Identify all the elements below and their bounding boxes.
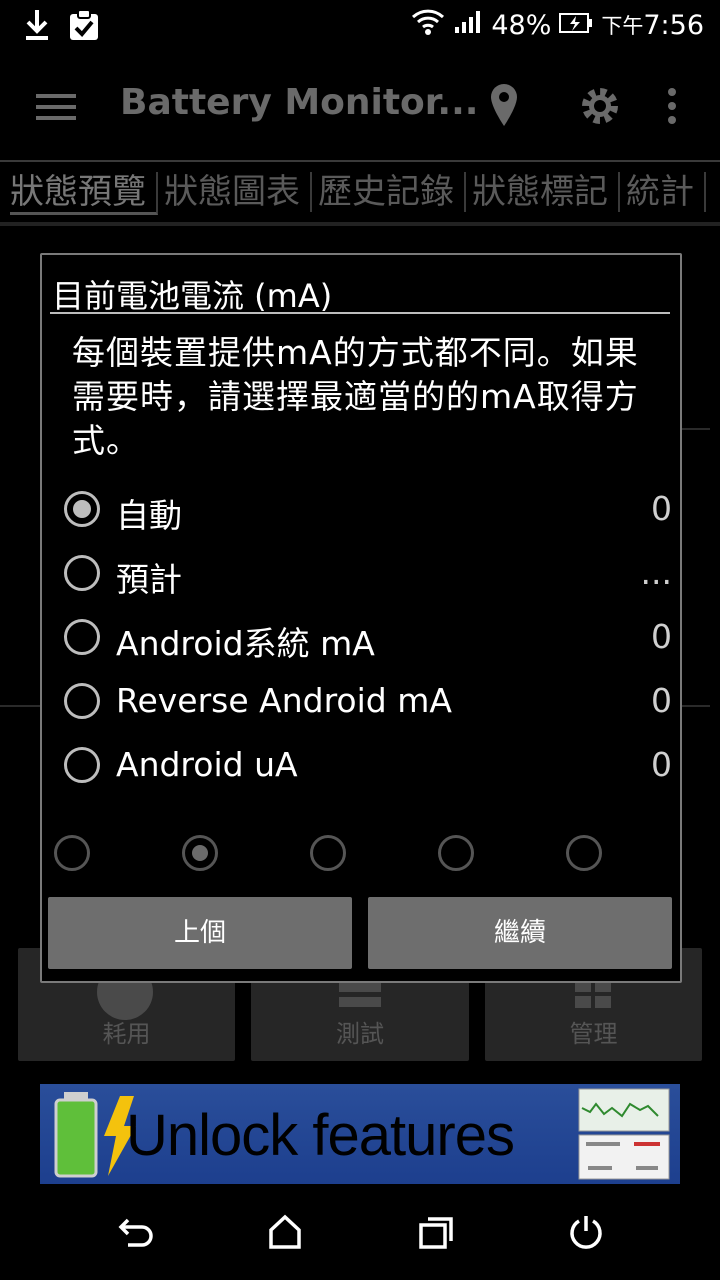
page-indicator-dot-active bbox=[182, 835, 218, 871]
page-indicator-dot bbox=[438, 835, 474, 871]
option-auto[interactable]: 自動 0 bbox=[62, 479, 672, 543]
manage-button-label: 管理 bbox=[569, 1020, 618, 1048]
system-nav-bar bbox=[0, 1190, 720, 1280]
power-icon[interactable] bbox=[568, 1214, 604, 1254]
tab-divider bbox=[0, 222, 720, 226]
previous-button[interactable]: 上個 bbox=[48, 897, 352, 969]
option-estimate[interactable]: 預計 ... bbox=[62, 543, 672, 607]
list-icon bbox=[339, 982, 381, 1012]
option-value: 0 bbox=[651, 745, 672, 784]
test-button-label: 測試 bbox=[336, 1020, 384, 1048]
wifi-icon bbox=[411, 7, 445, 44]
menu-icon[interactable] bbox=[36, 94, 76, 124]
continue-button[interactable]: 繼續 bbox=[368, 897, 672, 969]
option-label: 自動 bbox=[116, 496, 182, 535]
page-indicator-dot bbox=[54, 835, 90, 871]
dialog-title: 目前電池電流 (mA) bbox=[52, 277, 333, 315]
option-label: Android系統 mA bbox=[116, 624, 375, 663]
app-toolbar: Battery Monitor... bbox=[0, 52, 720, 158]
tab-stats[interactable]: 統計 bbox=[626, 172, 706, 212]
usage-button-label: 耗用 bbox=[102, 1020, 151, 1048]
tab-chart[interactable]: 狀態圖表 bbox=[164, 172, 312, 212]
dialog-message: 每個裝置提供mA的方式都不同。如果需要時，請選擇最適當的的mA取得方式。 bbox=[72, 333, 639, 460]
tab-history[interactable]: 歷史記錄 bbox=[318, 172, 466, 212]
dialog-title-divider bbox=[50, 312, 670, 314]
option-label: Reverse Android mA bbox=[116, 681, 452, 720]
ad-stats-thumbnail bbox=[578, 1134, 670, 1184]
page-indicator-dot bbox=[566, 835, 602, 871]
clock-time: 7:56 bbox=[643, 9, 704, 41]
home-icon[interactable] bbox=[268, 1214, 302, 1254]
option-android-ua[interactable]: Android uA 0 bbox=[62, 735, 672, 799]
ad-banner[interactable]: Unlock features bbox=[40, 1084, 680, 1184]
clock-ampm: 下午 bbox=[601, 14, 644, 38]
clipboard-check-icon bbox=[68, 8, 100, 46]
radio-button[interactable] bbox=[64, 619, 100, 655]
tab-bar: 狀態預覽 狀態圖表 歷史記錄 狀態標記 統計 bbox=[0, 160, 720, 224]
status-bar: 48% 下午 7:56 bbox=[0, 0, 720, 50]
app-title: Battery Monitor... bbox=[120, 82, 479, 123]
option-value: 0 bbox=[651, 489, 672, 528]
grid-icon bbox=[575, 980, 611, 1012]
ad-text: Unlock features bbox=[126, 1103, 515, 1168]
location-pin-icon[interactable] bbox=[488, 82, 520, 132]
radio-button[interactable] bbox=[64, 491, 100, 527]
background-divider bbox=[680, 705, 710, 707]
tab-overview[interactable]: 狀態預覽 bbox=[10, 172, 158, 215]
option-label: Android uA bbox=[116, 745, 298, 784]
recents-icon[interactable] bbox=[418, 1216, 454, 1254]
page-indicator-dot bbox=[310, 835, 346, 871]
tab-markers[interactable]: 狀態標記 bbox=[472, 172, 620, 212]
option-value: 0 bbox=[651, 617, 672, 656]
more-vert-icon[interactable] bbox=[666, 88, 678, 128]
option-value: ... bbox=[640, 553, 672, 592]
radio-button[interactable] bbox=[64, 747, 100, 783]
option-reverse-android-ma[interactable]: Reverse Android mA 0 bbox=[62, 671, 672, 735]
ad-chart-thumbnail bbox=[578, 1088, 670, 1136]
battery-percent: 48% bbox=[491, 9, 552, 41]
download-icon bbox=[22, 8, 52, 46]
option-value: 0 bbox=[651, 681, 672, 720]
option-android-system-ma[interactable]: Android系統 mA 0 bbox=[62, 607, 672, 671]
radio-button[interactable] bbox=[64, 683, 100, 719]
signal-icon bbox=[453, 9, 483, 42]
battery-charging-icon bbox=[559, 10, 593, 41]
background-divider bbox=[680, 428, 710, 430]
current-method-dialog: 目前電池電流 (mA) 每個裝置提供mA的方式都不同。如果需要時，請選擇最適當的… bbox=[40, 253, 682, 983]
gear-icon[interactable] bbox=[578, 84, 622, 132]
option-label: 預計 bbox=[116, 560, 182, 599]
background-divider bbox=[0, 705, 40, 707]
back-icon[interactable] bbox=[118, 1216, 154, 1254]
radio-button[interactable] bbox=[64, 555, 100, 591]
